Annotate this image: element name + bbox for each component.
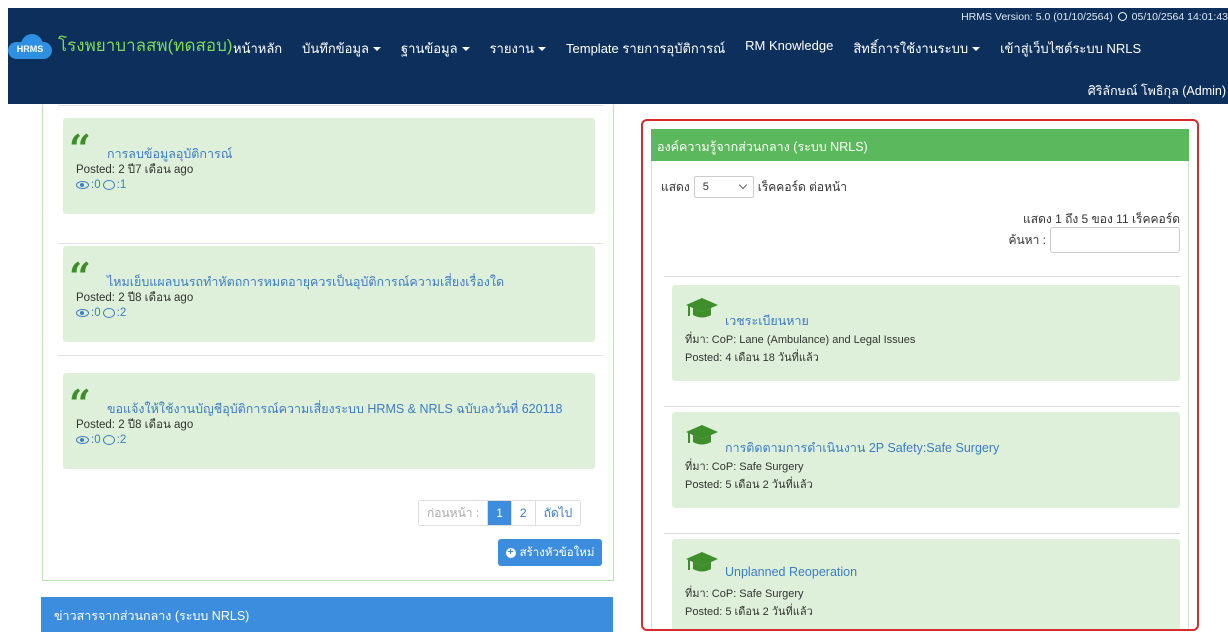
clock-icon: [1117, 12, 1127, 21]
menu-item-rm-knowledge[interactable]: RM Knowledge: [745, 38, 833, 59]
knowledge-panel-body: แสดง 5 เร็คคอร์ด ต่อหน้า แสดง 1 ถึง 5 ขอ…: [651, 161, 1189, 629]
knowledge-title-link[interactable]: การติดตามการดำเนินงาน 2P Safety:Safe Sur…: [725, 438, 999, 458]
menu-item-permissions[interactable]: สิทธิ์การใช้งานระบบ: [853, 38, 981, 59]
topics-panel: “ การลบข้อมูลอุบัติการณ์ Posted: 2 ปี7 เ…: [42, 105, 614, 581]
pagination: ก่อนหน้า : 1 2 ถัดไป: [418, 500, 582, 526]
knowledge-card: การติดตามการดำเนินงาน 2P Safety:Safe Sur…: [672, 412, 1180, 508]
version-info: HRMS Version: 5.0 (01/10/2564) 05/10/256…: [961, 11, 1228, 23]
knowledge-panel: องค์ความรู้จากส่วนกลาง (ระบบ NRLS) แสดง …: [641, 119, 1199, 631]
caret-down-icon: [972, 47, 981, 51]
view-count: 0: [94, 179, 101, 191]
new-topic-button[interactable]: + สร้างหัวข้อใหม่: [498, 539, 602, 566]
knowledge-card: Unplanned Reoperation ที่มา: CoP: Safe S…: [672, 539, 1180, 629]
graduation-cap-icon: [686, 298, 718, 318]
quote-icon: “: [69, 381, 91, 426]
divider: [664, 276, 1180, 277]
knowledge-source: ที่มา: CoP: Safe Surgery: [685, 588, 804, 600]
pagination-page-2[interactable]: 2: [510, 501, 535, 525]
menu-label: RM Knowledge: [745, 38, 834, 53]
topic-posted: Posted: 2 ปี8 เดือน ago: [76, 292, 194, 304]
plus-icon: +: [505, 547, 516, 558]
version-text: HRMS Version: 5.0 (01/10/2564): [961, 11, 1113, 23]
show-label: แสดง: [661, 179, 690, 194]
eye-icon: [76, 309, 89, 317]
comment-icon: [102, 308, 115, 318]
comment-count: 2: [119, 307, 127, 319]
logo-text: HRMS: [16, 43, 44, 54]
view-count: 0: [94, 307, 101, 319]
comment-count: 1: [119, 179, 127, 191]
topic-card: “ การลบข้อมูลอุบัติการณ์ Posted: 2 ปี7 เ…: [63, 118, 595, 214]
menu-label: บันทึกข้อมูล: [302, 41, 369, 56]
knowledge-title-link[interactable]: Unplanned Reoperation: [725, 565, 857, 579]
search-input[interactable]: [1050, 227, 1180, 253]
divider: [664, 533, 1180, 534]
menu-label: ฐานข้อมูล: [400, 41, 458, 56]
caret-down-icon: [461, 47, 470, 51]
topic-card: “ ขอแจ้งให้ใช้งานบัญชีอุบัติการณ์ความเสี…: [63, 373, 595, 469]
knowledge-title-link[interactable]: เวชระเบียนหาย: [725, 311, 809, 331]
menu-item-database[interactable]: ฐานข้อมูล: [401, 38, 470, 59]
divider: [58, 243, 603, 244]
search-label: ค้นหา :: [1008, 232, 1046, 247]
menu-label: เข้าสู่เว็บไซต์ระบบ NRLS: [1000, 41, 1142, 56]
topic-posted: Posted: 2 ปี7 เดือน ago: [76, 164, 194, 176]
knowledge-source: ที่มา: CoP: Safe Surgery: [685, 461, 804, 473]
per-page-label: เร็คคอร์ด ต่อหน้า: [757, 179, 847, 194]
divider: [664, 406, 1180, 407]
menu-label: สิทธิ์การใช้งานระบบ: [853, 41, 969, 56]
graduation-cap-icon: [686, 552, 718, 572]
pagination-prev[interactable]: ก่อนหน้า :: [419, 501, 487, 525]
knowledge-posted: Posted: 5 เดือน 2 วันที่แล้ว: [685, 606, 813, 618]
main-menu: หน้าหลัก บันทึกข้อมูล ฐานข้อมูล รายงาน T…: [233, 38, 1161, 59]
search-control: ค้นหา :: [1008, 227, 1180, 253]
divider: [58, 355, 603, 356]
comment-count: 2: [119, 434, 127, 446]
pagination-page-1[interactable]: 1: [487, 501, 511, 525]
page-size-control: แสดง 5 เร็คคอร์ด ต่อหน้า: [661, 176, 847, 198]
brand-name[interactable]: โรงพยาบาลสพ(ทดสอบ): [58, 32, 233, 59]
quote-icon: “: [69, 126, 91, 171]
news-panel-header: ข่าวสารจากส่วนกลาง (ระบบ NRLS): [41, 597, 613, 632]
topic-posted: Posted: 2 ปี8 เดือน ago: [76, 419, 194, 431]
top-navbar: HRMS Version: 5.0 (01/10/2564) 05/10/256…: [8, 8, 1228, 104]
knowledge-posted: Posted: 5 เดือน 2 วันที่แล้ว: [685, 479, 813, 491]
pagination-next[interactable]: ถัดไป: [534, 501, 581, 525]
quote-icon: “: [69, 254, 91, 299]
menu-label: Template รายการอุบัติการณ์: [566, 41, 726, 56]
datetime-text: 05/10/2564 14:01:43: [1131, 11, 1228, 23]
eye-icon: [76, 436, 89, 444]
eye-icon: [76, 181, 89, 189]
caret-down-icon: [372, 47, 381, 51]
menu-item-record[interactable]: บันทึกข้อมูล: [302, 38, 381, 59]
brand[interactable]: HRMS โรงพยาบาลสพ(ทดสอบ): [8, 32, 233, 59]
page-size-select[interactable]: 5: [693, 176, 754, 198]
topic-stats: :0 :1: [76, 179, 126, 191]
knowledge-posted: Posted: 4 เดือน 18 วันที่แล้ว: [685, 352, 819, 364]
menu-item-report[interactable]: รายงาน: [489, 38, 547, 59]
topic-card: “ ไหมเย็บแผลบนรถทำหัตถการหมดอายุควรเป็นอ…: [63, 246, 595, 342]
knowledge-card: เวชระเบียนหาย ที่มา: CoP: Lane (Ambulanc…: [672, 285, 1180, 381]
new-topic-label: สร้างหัวข้อใหม่: [519, 546, 595, 559]
menu-item-home[interactable]: หน้าหลัก: [233, 38, 282, 59]
menu-item-template[interactable]: Template รายการอุบัติการณ์: [566, 38, 725, 59]
knowledge-source: ที่มา: CoP: Lane (Ambulance) and Legal I…: [685, 334, 916, 346]
hrms-logo: HRMS: [8, 33, 52, 59]
graduation-cap-icon: [686, 425, 718, 445]
topic-stats: :0 :2: [76, 434, 126, 446]
knowledge-panel-header: องค์ความรู้จากส่วนกลาง (ระบบ NRLS): [651, 129, 1189, 161]
topic-stats: :0 :2: [76, 307, 126, 319]
menu-label: หน้าหลัก: [233, 41, 283, 56]
comment-icon: [102, 435, 115, 445]
menu-item-nrls[interactable]: เข้าสู่เว็บไซต์ระบบ NRLS: [1000, 38, 1141, 59]
divider: [58, 105, 603, 106]
view-count: 0: [94, 434, 101, 446]
caret-down-icon: [538, 47, 547, 51]
user-menu[interactable]: ศิริลักษณ์ โพธิกุล (Admin): [1088, 81, 1226, 101]
menu-label: รายงาน: [489, 41, 535, 56]
comment-icon: [102, 180, 115, 190]
